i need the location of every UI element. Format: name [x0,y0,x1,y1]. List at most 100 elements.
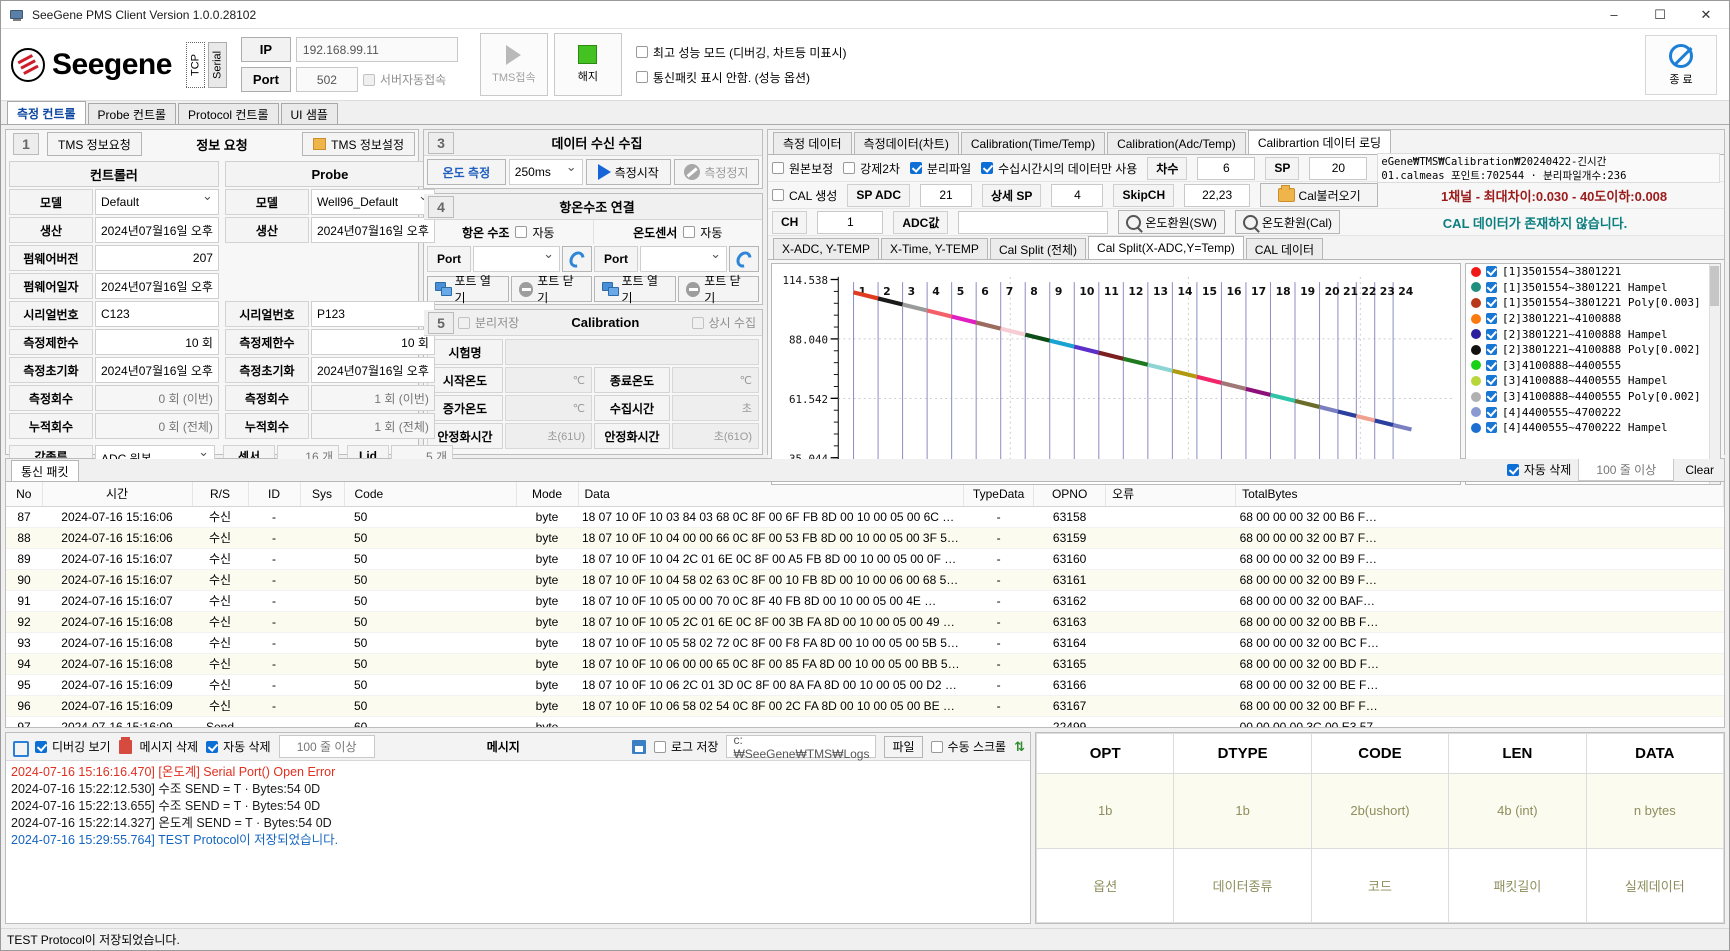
ip-input[interactable]: 192.168.99.11 [295,37,458,62]
collect-time-input[interactable]: 초 [672,395,759,421]
trash-icon[interactable] [118,736,132,754]
tms-info-request-button[interactable]: TMS 정보요청 [47,132,142,156]
bath-port-close-button[interactable]: 포트 닫기 [510,274,592,305]
skipch-input[interactable]: 22,23 [1184,183,1251,207]
debug-view-checkbox[interactable]: 디버깅 보기 [35,738,111,755]
value-controller-model[interactable]: Default [95,189,219,215]
value-controller-init[interactable]: 2024년07월16일 오후 [95,357,219,383]
legend-item[interactable]: [3]4100888~4400555 [1466,358,1720,374]
ch-input[interactable]: 1 [817,210,884,234]
legend-item[interactable]: [4]4400555~4700222 Hampel [1466,420,1720,436]
message-delete-label[interactable]: 메시지 삭제 [140,738,199,755]
manual-scroll-checkbox[interactable]: 수동 스크롤 [930,738,1006,755]
table-row[interactable]: 93 2024-07-16 15:16:08 수신 -50 byte 18 07 10 0… [6,632,1724,654]
col-code[interactable]: Code [344,482,517,507]
file-button[interactable]: 파일 [884,735,923,758]
temp-restore-cal-button[interactable]: 온도환원(Cal) [1234,210,1341,234]
order-input[interactable]: 6 [1197,156,1256,180]
port-label-button[interactable]: Port [240,67,291,92]
tab-x-time-y-temp[interactable]: X-Time, Y-TEMP [881,238,988,259]
tab-calibration-adc-temp[interactable]: Calibration(Adc/Temp) [1107,132,1246,154]
calibration-chart[interactable]: 114.53888.04061.54235.044123456789101112… [771,263,1461,485]
force2nd-checkbox[interactable]: 강제2차 [843,160,900,177]
bath-port-select[interactable] [473,246,560,272]
value-probe-model[interactable]: Well96_Default [310,189,435,215]
table-row[interactable]: 95 2024-07-16 15:16:09 수신 -50 byte 18 07 10 0… [6,674,1724,696]
sp-adc-input[interactable]: 21 [920,183,973,207]
legend-item[interactable]: [3]4100888~4400555 Hampel [1466,373,1720,389]
value-controller-limit[interactable]: 10 회 [95,329,219,355]
stop-measure-button[interactable]: 측정정지 [673,159,759,185]
legend-item[interactable]: [1]3501554~3801221 Poly[0.003] [1466,295,1720,311]
tab-serial[interactable]: Serial [207,41,227,88]
message-rows-limit[interactable]: 100 줄 이상 [278,735,375,758]
legend-item[interactable]: [4]4400555~4700222 [1466,404,1720,420]
legend-visibility-checkbox[interactable] [1486,375,1497,387]
log-save-checkbox[interactable]: 로그 저장 [653,738,718,755]
scroll-arrows-icon[interactable]: ⇅ [1014,739,1025,755]
log-path-input[interactable]: c:₩SeeGene₩TMS₩Logs [726,733,877,761]
value-probe-init[interactable]: 2024년07월16일 오후 [310,357,435,383]
stabilize-u-input[interactable]: 초(61U) [505,423,592,449]
split-file-checkbox[interactable]: 분리파일 [909,160,971,177]
orig-correct-checkbox[interactable]: 원본보정 [772,160,833,177]
sensor-port-close-button[interactable]: 포트 닫기 [677,274,759,305]
always-collect-checkbox[interactable]: 상시 수집 [691,314,756,331]
legend-item[interactable]: [2]3801221~4100888 Poly[0.002] [1466,342,1720,358]
legend-visibility-checkbox[interactable] [1486,266,1497,278]
tab-calibration-data-loading[interactable]: Calibrartion 데이터 로딩 [1247,130,1392,154]
test-name-input[interactable] [505,339,759,365]
value-controller-fw-date[interactable]: 2024년07월16일 오후 [95,273,219,299]
save-icon[interactable] [631,739,646,754]
legend-scrollbar[interactable] [1709,264,1720,484]
value-controller-fw-version[interactable]: 207 [95,245,219,271]
temp-measure-button[interactable]: 온도 측정 [427,159,506,185]
sensor-port-select[interactable] [640,246,727,272]
tab-communication-packet[interactable]: 통신 패킷 [11,460,79,481]
detail-sp-input[interactable]: 4 [1051,183,1104,207]
legend-item[interactable]: [2]3801221~4100888 [1466,311,1720,327]
disconnect-button[interactable]: 해지 [553,33,622,96]
col-time[interactable]: 시간 [42,482,193,507]
value-probe-production[interactable]: 2024년07월16일 오후 [310,217,435,243]
legend-visibility-checkbox[interactable] [1486,297,1497,309]
tab-protocol-control[interactable]: Protocol 컨트롤 [178,103,279,124]
packet-auto-delete-checkbox[interactable]: 자동 삭제 [1506,461,1571,478]
legend-visibility-checkbox[interactable] [1486,281,1497,293]
step-temp-input[interactable]: ℃ [505,395,592,421]
sensor-port-refresh-button[interactable] [729,246,759,272]
table-row[interactable]: 94 2024-07-16 15:16:08 수신 -50 byte 18 07 10 0… [6,653,1724,675]
bath-auto-checkbox[interactable]: 자동 [515,224,555,241]
table-row[interactable]: 91 2024-07-16 15:16:07 수신 -50 byte 18 07 10 0… [6,590,1724,612]
tms-info-settings-button[interactable]: TMS 정보설정 [302,132,415,156]
temp-restore-sw-button[interactable]: 온도환원(SW) [1118,210,1225,234]
table-row[interactable]: 97 2024-07-16 15:16:09 Send -60 byte -22499 00… [6,716,1724,727]
table-row[interactable]: 90 2024-07-16 15:16:07 수신 -50 byte 18 07 10 0… [6,569,1724,591]
legend-visibility-checkbox[interactable] [1486,344,1497,356]
col-no[interactable]: No [6,482,43,507]
exit-button[interactable]: 종 료 [1645,35,1717,95]
legend-item[interactable]: [1]3501554~3801221 Hampel [1466,280,1720,296]
value-probe-serial[interactable]: P123 [310,301,435,327]
col-sys[interactable]: Sys [300,482,345,507]
bath-port-refresh-button[interactable] [562,246,592,272]
legend-visibility-checkbox[interactable] [1486,391,1497,403]
col-mode[interactable]: Mode [516,482,579,507]
tab-tcp[interactable]: TCP [185,41,205,88]
legend-visibility-checkbox[interactable] [1486,406,1497,418]
minimize-button[interactable]: – [1591,1,1637,29]
interval-select[interactable]: 250ms [508,159,583,185]
tab-calibration-time-temp[interactable]: Calibration(Time/Temp) [960,132,1106,154]
auto-connect-checkbox[interactable]: 서버자동접속 [362,71,446,88]
split-save-checkbox[interactable]: 분리저장 [458,314,519,331]
tab-cal-split-adc-temp[interactable]: Cal Split(X-ADC,Y=Temp) [1088,236,1244,259]
tab-x-adc-y-temp[interactable]: X-ADC, Y-TEMP [773,238,880,259]
start-temp-input[interactable]: ℃ [505,367,592,393]
sensor-auto-checkbox[interactable]: 자동 [683,224,722,241]
value-controller-serial[interactable]: C123 [95,301,219,327]
maximize-button[interactable]: ☐ [1637,1,1683,29]
start-measure-button[interactable]: 측정시작 [585,159,671,185]
table-row[interactable]: 89 2024-07-16 15:16:07 수신 -50 byte 18 07 10 0… [6,548,1724,570]
ip-label-button[interactable]: IP [240,37,291,62]
adc-value-input[interactable] [958,210,1109,234]
